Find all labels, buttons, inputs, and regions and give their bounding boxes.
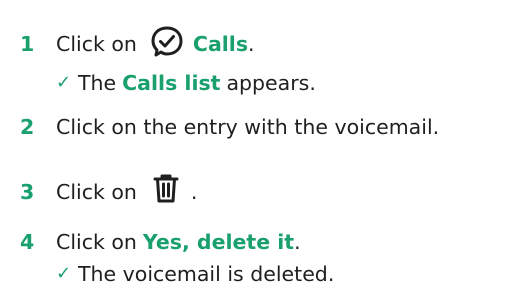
calls-icon: [149, 24, 185, 64]
step-2-instruction: 2 Click on the entry with the voicemail.: [20, 114, 439, 140]
step-text: .: [294, 230, 301, 254]
trash-icon: [151, 173, 181, 211]
step-4: 4 Click on Yes, delete it . ✓ The voicem…: [20, 229, 334, 287]
step-number: 2: [20, 115, 35, 139]
result-text: appears.: [226, 71, 316, 95]
step-number: 4: [20, 230, 35, 254]
step-4-instruction: 4 Click on Yes, delete it .: [20, 229, 334, 255]
step-text: Click on the entry with the voicemail.: [56, 115, 440, 139]
check-icon: ✓: [56, 72, 72, 93]
step-text: .: [190, 180, 198, 204]
result-text: The voicemail is deleted.: [78, 262, 335, 286]
step-1-instruction: 1 Click on Calls .: [20, 24, 316, 64]
step-3-instruction: 3 Click on .: [20, 173, 197, 211]
step-4-result: ✓ The voicemail is deleted.: [56, 261, 334, 287]
step-2: 2 Click on the entry with the voicemail.: [20, 114, 439, 140]
step-text: Click on: [56, 230, 137, 254]
step-1: 1 Click on Calls . ✓ The Calls list appe…: [20, 24, 316, 96]
step-text: Click on: [56, 32, 137, 56]
yes-delete-it-label: Yes, delete it: [142, 230, 295, 254]
calls-list-label: Calls list: [122, 71, 221, 95]
step-3: 3 Click on .: [20, 173, 197, 211]
step-number: 3: [20, 180, 35, 204]
step-1-result: ✓ The Calls list appears.: [56, 70, 316, 96]
step-text: Click on: [56, 180, 137, 204]
calls-link-label: Calls: [192, 32, 249, 56]
step-number: 1: [20, 32, 35, 56]
check-icon: ✓: [56, 263, 72, 284]
step-text: .: [248, 32, 255, 56]
result-text: The: [78, 71, 117, 95]
